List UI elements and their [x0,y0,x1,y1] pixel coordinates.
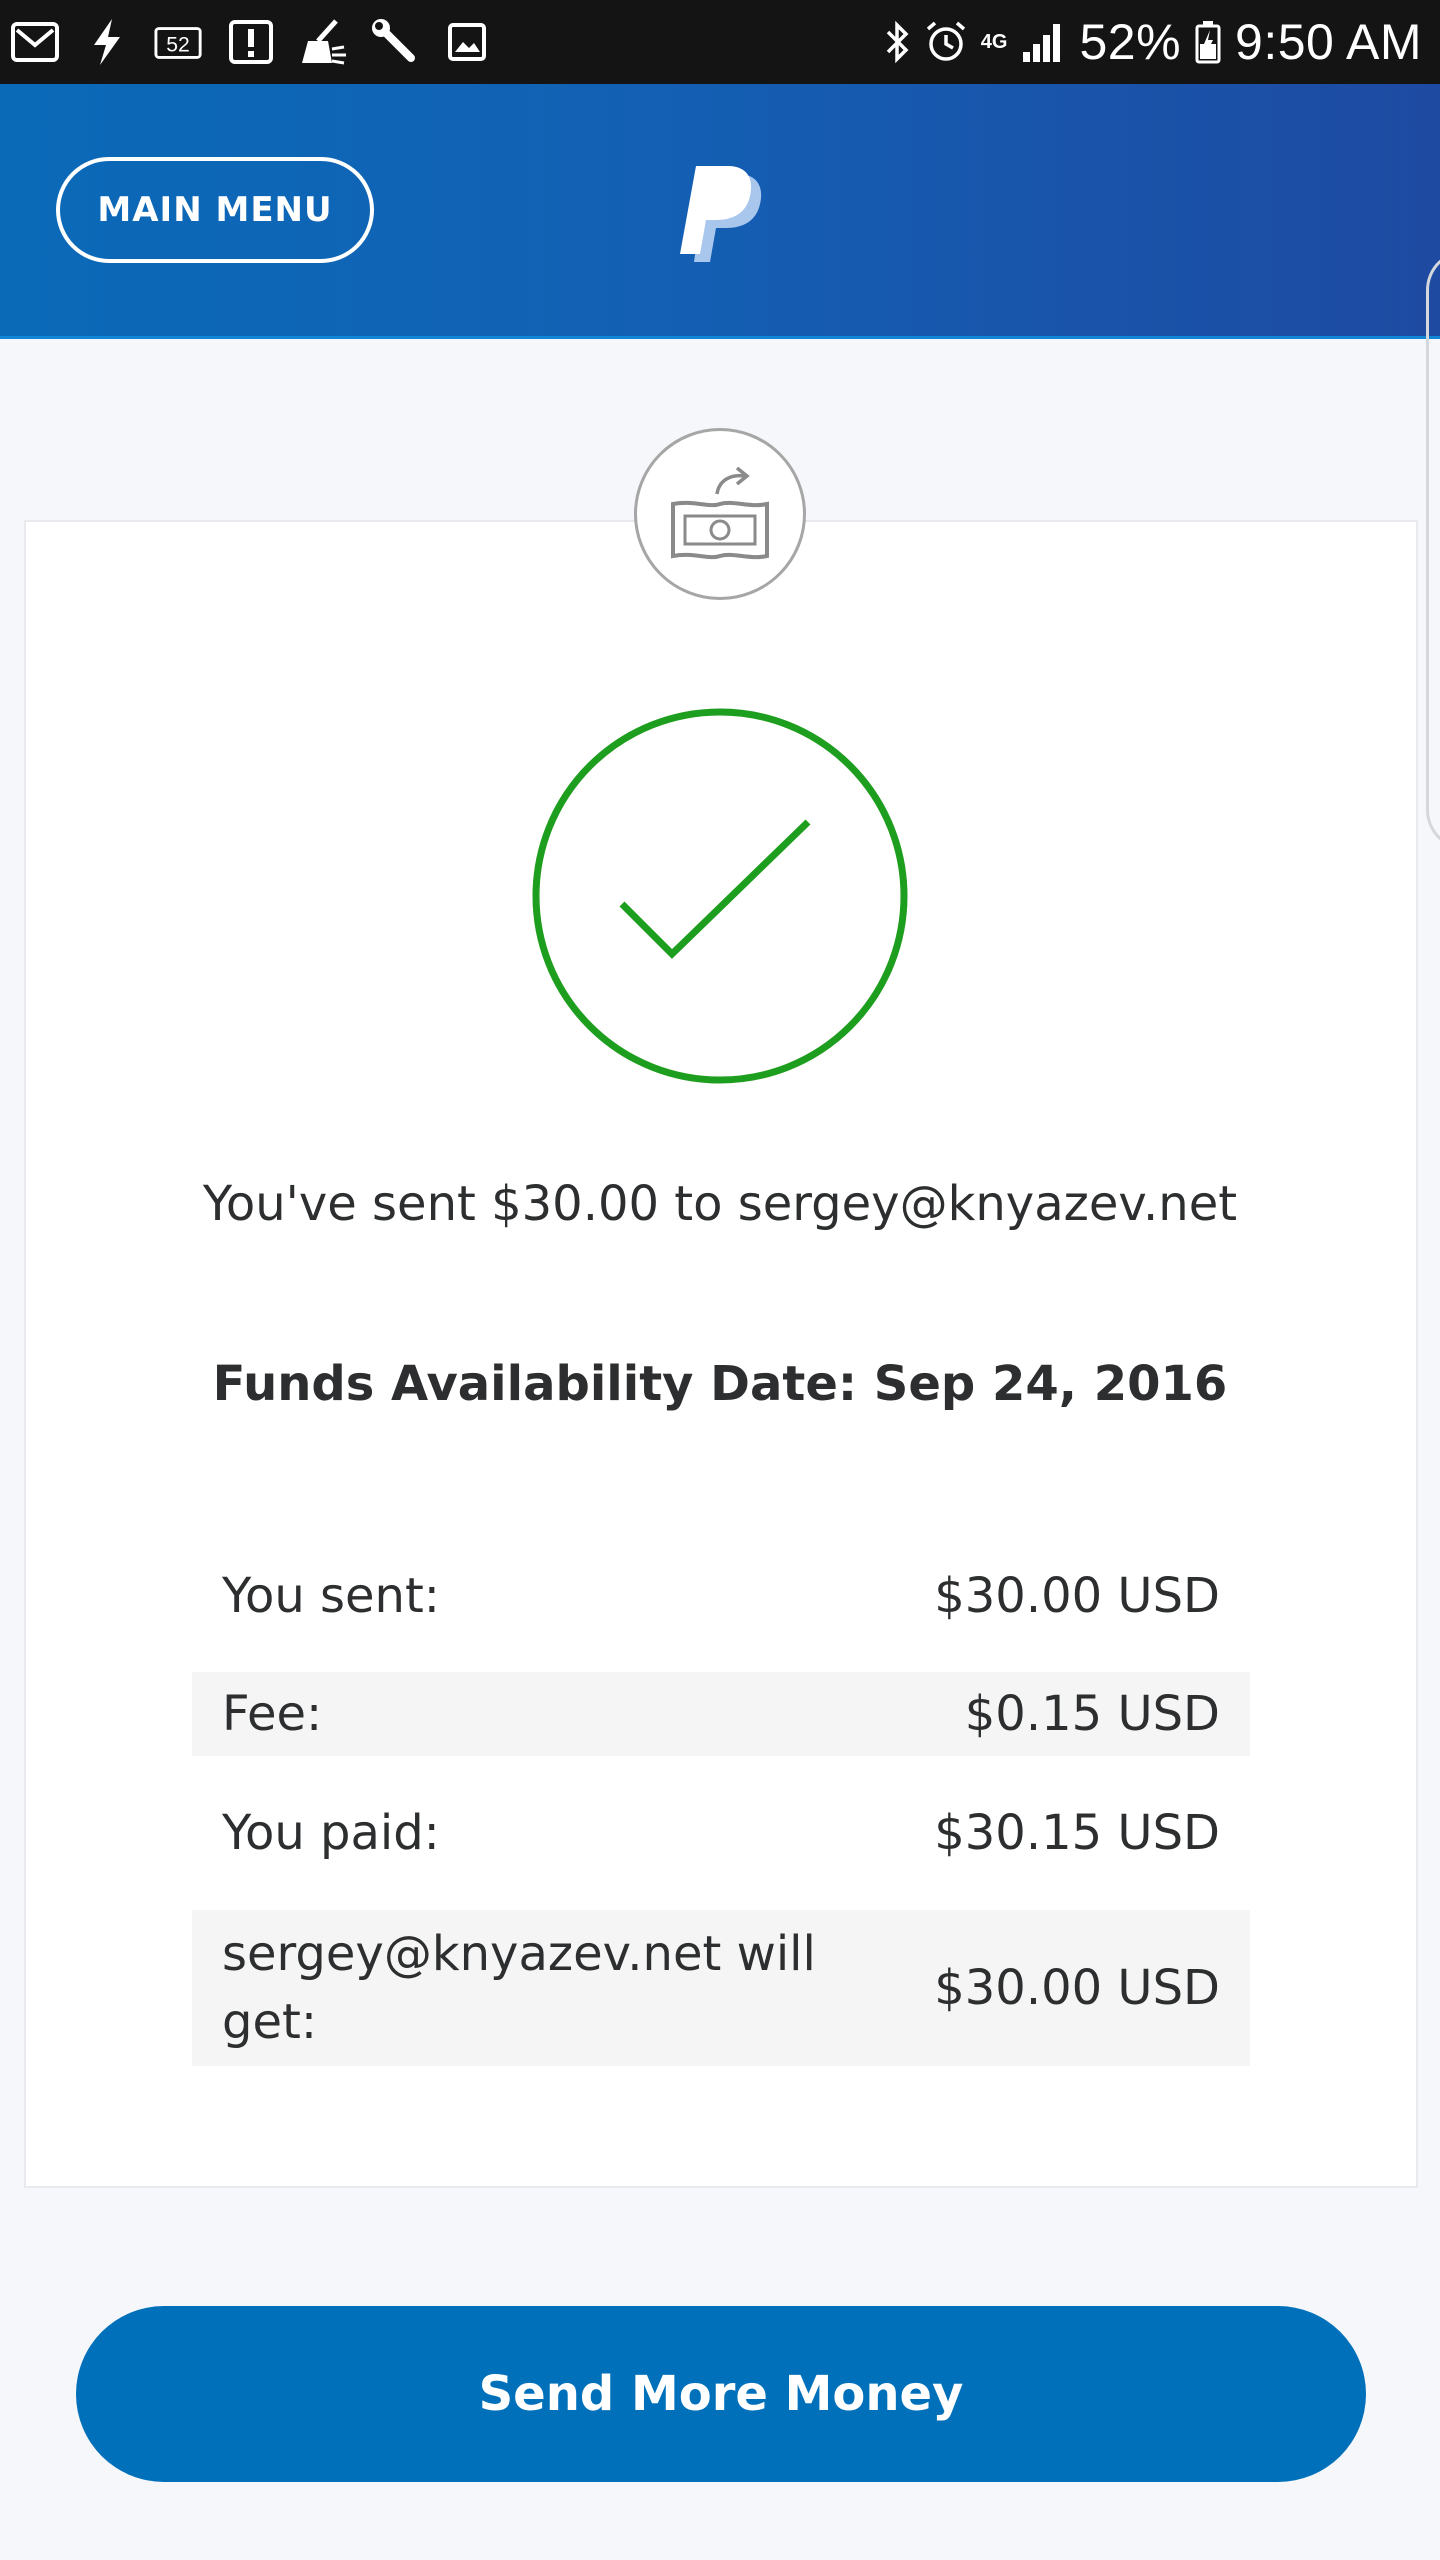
summary-value: $30.15 USD [934,1805,1220,1861]
summary-label: Fee: [222,1686,323,1742]
summary-label: You sent: [222,1568,440,1624]
header-divider [0,336,1440,339]
alert-icon [226,14,276,70]
battery-icon [1195,20,1221,64]
flash-icon [82,14,132,70]
wrench-icon [370,14,420,70]
system-indicators: 4G 52% 9:50 AM [885,10,1422,74]
send-money-icon [634,428,806,600]
notification-count-icon: 52 [154,14,204,70]
paypal-logo [680,166,762,262]
clock: 9:50 AM [1235,14,1422,70]
success-check-icon [532,708,908,1084]
status-bar: 52 4G 52% 9:50 AM [0,0,1440,84]
mail-icon [10,14,60,70]
bluetooth-icon [885,20,911,64]
notification-icons: 52 [10,14,492,70]
main-menu-button[interactable]: MAIN MENU [56,157,374,263]
image-icon [442,14,492,70]
alarm-icon [925,20,967,64]
summary-value: $30.00 USD [934,1568,1220,1624]
sent-confirmation-message: You've sent $30.00 to sergey@knyazev.net [202,1176,1238,1232]
summary-value: $30.00 USD [934,1960,1220,2016]
cleaner-icon [298,14,348,70]
signal-icon [1021,20,1065,64]
summary-label: sergey@knyazev.net will get: [222,1926,816,2050]
edge-panel-handle[interactable] [1426,250,1440,850]
funds-availability-date: Funds Availability Date: Sep 24, 2016 [212,1356,1228,1412]
summary-label: You paid: [222,1805,440,1861]
payment-summary-table: You sent: $30.00 USD Fee: $0.15 USD You … [192,1516,1250,2066]
summary-row-paid: You paid: $30.15 USD [192,1756,1250,1910]
summary-row-recipient-gets: sergey@knyazev.net will get: $30.00 USD [192,1910,1250,2066]
summary-row-fee: Fee: $0.15 USD [192,1672,1250,1756]
battery-percent: 52% [1079,14,1182,70]
app-header: MAIN MENU [0,84,1440,338]
summary-row-sent: You sent: $30.00 USD [192,1516,1250,1672]
notification-count: 52 [166,34,190,57]
send-more-money-button[interactable]: Send More Money [76,2306,1366,2482]
summary-value: $0.15 USD [964,1686,1220,1742]
network-4g-icon: 4G [981,32,1008,52]
network-label: 4G [980,31,1008,53]
